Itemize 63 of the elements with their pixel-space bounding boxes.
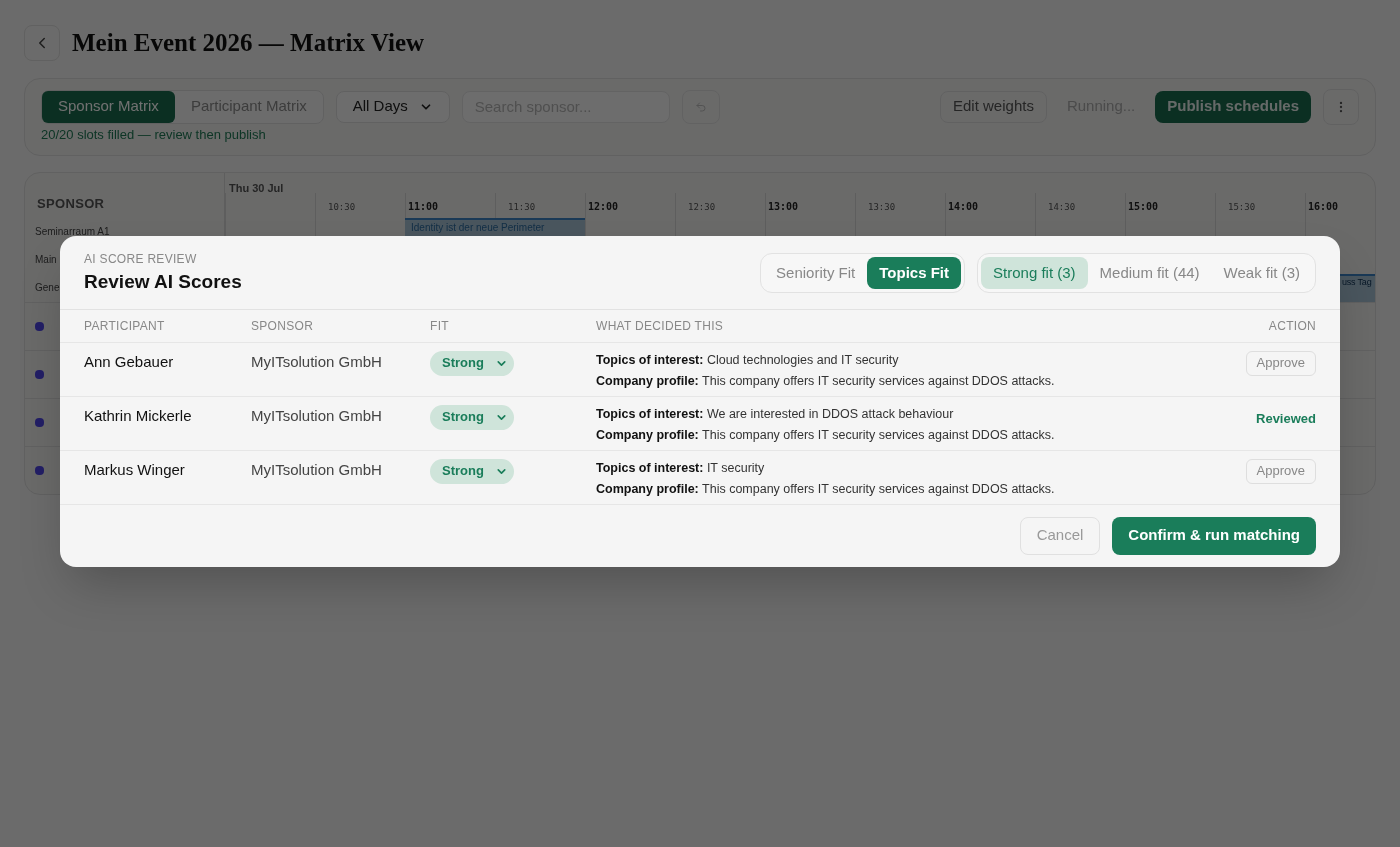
room-label: Main	[35, 253, 57, 267]
reason-text: Topics of interest: IT security	[596, 459, 766, 477]
time-label: 14:00	[948, 200, 979, 212]
fit-select[interactable]: Strong	[430, 458, 514, 484]
fit-filter-tab[interactable]: Strong fit (3)	[981, 257, 1088, 290]
time-label: 13:00	[768, 200, 799, 212]
time-label: 14:30	[1048, 201, 1076, 212]
edit-weights-button[interactable]: Edit weights	[940, 90, 1047, 123]
reason-text: Company profile: This company offers IT security services against DDOS attacks.	[596, 481, 1056, 499]
back-button[interactable]	[24, 24, 60, 61]
room-label: Gene	[35, 281, 60, 295]
sponsor-logo-icon	[35, 417, 44, 427]
status-text: 20/20 slots filled — review then publish	[41, 125, 267, 144]
publish-button[interactable]: Publish schedules	[1155, 90, 1311, 123]
sponsor-logo-icon	[35, 321, 44, 331]
dialog-title: Review AI Scores	[84, 270, 242, 294]
reason-text: Company profile: This company offers IT security services against DDOS attacks.	[596, 373, 1056, 391]
page-title: Mein Event 2026 — Matrix View	[72, 28, 425, 58]
score-tab[interactable]: Topics Fit	[867, 257, 962, 290]
time-label: 13:30	[868, 201, 896, 212]
sponsor-name: MyITsolution GmbH	[251, 351, 383, 372]
reason-text: Topics of interest: We are interested in DDOS attack behaviour	[596, 405, 955, 423]
view-tab[interactable]: Sponsor Matrix	[42, 90, 175, 123]
column-header: WHAT DECIDED THIS	[596, 317, 725, 335]
reviewed-status: Reviewed	[1256, 409, 1316, 428]
time-label: 10:30	[328, 201, 356, 212]
column-header: PARTICIPANT	[84, 317, 166, 335]
cancel-button[interactable]: Cancel	[1019, 516, 1101, 555]
undo-icon	[694, 100, 707, 113]
day-select[interactable]: All Days	[335, 90, 450, 123]
sponsor-name: MyITsolution GmbH	[251, 405, 383, 426]
score-tab[interactable]: Seniority Fit	[764, 257, 868, 290]
fit-filter-tab[interactable]: Medium fit (44)	[1087, 257, 1212, 290]
sponsor-logo-icon	[35, 369, 44, 379]
time-label: 12:00	[588, 200, 619, 212]
date-label: Thu 30 Jul	[229, 181, 284, 194]
column-header: FIT	[430, 317, 450, 335]
time-label: 11:30	[508, 201, 536, 212]
column-header: SPONSOR	[37, 195, 105, 213]
reason-text: Company profile: This company offers IT security services against DDOS attacks.	[596, 427, 1056, 445]
time-label: 12:30	[688, 201, 716, 212]
more-button[interactable]	[1323, 88, 1359, 125]
reason-text: Topics of interest: Cloud technologies and IT security	[596, 351, 900, 369]
time-label: 15:00	[1128, 200, 1159, 212]
participant-name: Markus Winger	[84, 459, 186, 480]
approve-button[interactable]: Approve	[1245, 350, 1316, 376]
sponsor-logo-icon	[35, 465, 44, 475]
time-label: 16:00	[1308, 200, 1339, 212]
dialog-eyebrow: AI SCORE REVIEW	[84, 251, 198, 268]
column-header: SPONSOR	[251, 317, 315, 335]
room-label: Seminarraum A1	[35, 225, 110, 239]
sponsor-name: MyITsolution GmbH	[251, 459, 383, 480]
participant-name: Kathrin Mickerle	[84, 405, 193, 426]
confirm-button[interactable]: Confirm & run matching	[1112, 516, 1316, 555]
fit-select[interactable]: Strong	[430, 350, 514, 376]
time-label: 11:00	[408, 200, 439, 212]
approve-button[interactable]: Approve	[1245, 458, 1316, 484]
time-label: 15:30	[1228, 201, 1256, 212]
column-header: ACTION	[1267, 317, 1316, 335]
fit-filter-tab[interactable]: Weak fit (3)	[1211, 257, 1312, 290]
fit-select[interactable]: Strong	[430, 404, 514, 430]
undo-button[interactable]	[681, 89, 720, 124]
participant-name: Ann Gebauer	[84, 351, 175, 372]
